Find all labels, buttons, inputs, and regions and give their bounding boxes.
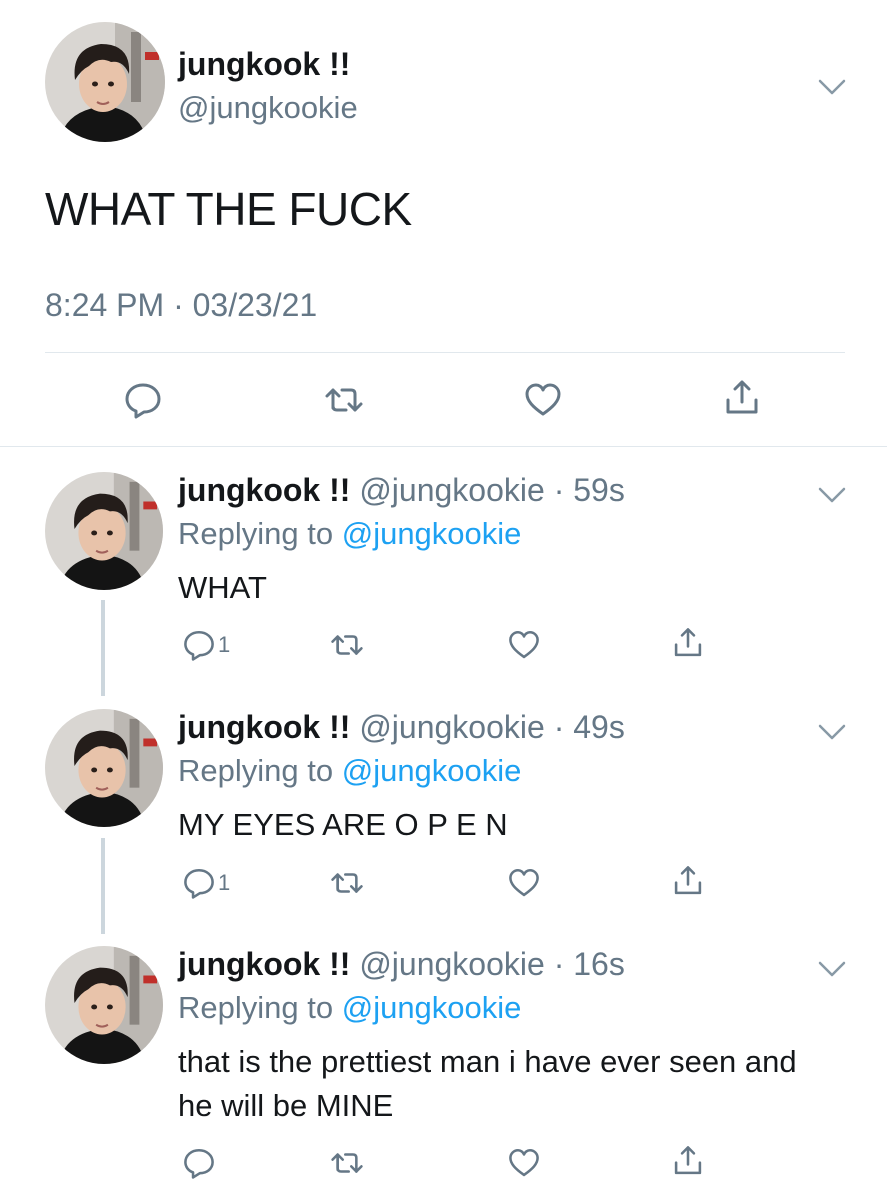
replying-to: Replying to @jungkookie	[178, 753, 521, 789]
chevron-down-icon[interactable]	[818, 723, 846, 741]
chevron-down-icon[interactable]	[818, 960, 846, 978]
retweet-button[interactable]	[322, 380, 366, 420]
replying-to: Replying to @jungkookie	[178, 516, 521, 552]
replying-prefix: Replying to	[178, 753, 342, 788]
reply-icon	[123, 380, 163, 420]
replying-to-link[interactable]: @jungkookie	[342, 753, 522, 788]
chevron-down-icon[interactable]	[818, 486, 846, 504]
retweet-icon	[328, 1146, 366, 1180]
tweet-text: WHAT	[178, 570, 267, 605]
tweet-text: that is the prettiest man i have ever se…	[178, 1044, 797, 1123]
avatar[interactable]	[45, 709, 163, 827]
tweet-text: WHAT THE FUCK	[45, 183, 412, 235]
like-button[interactable]	[507, 866, 541, 900]
handle-and-time: @jungkookie · 16s	[350, 946, 625, 982]
tweet-text: MY EYES ARE O P E N	[178, 807, 508, 842]
display-name[interactable]: jungkook !!	[178, 472, 350, 508]
retweet-button[interactable]	[328, 628, 366, 662]
reply-button[interactable]	[123, 380, 163, 420]
reply-icon	[182, 866, 216, 900]
share-button[interactable]	[671, 1144, 705, 1178]
main-tweet: jungkook !! @jungkookie WHAT THE FUCK 8:…	[0, 0, 887, 447]
like-button[interactable]	[523, 380, 563, 420]
retweet-icon	[322, 380, 366, 420]
like-icon	[507, 628, 541, 662]
reply-tweet[interactable]: jungkook !! @jungkookie · 49s Replying t…	[0, 709, 887, 929]
like-icon	[507, 866, 541, 900]
retweet-icon	[328, 866, 366, 900]
reply-icon	[182, 1146, 216, 1180]
share-button[interactable]	[722, 378, 762, 418]
divider	[45, 352, 845, 353]
reply-button[interactable]: 1	[182, 866, 230, 900]
avatar[interactable]	[45, 472, 163, 590]
like-icon	[523, 380, 563, 420]
share-icon	[722, 378, 762, 418]
replying-prefix: Replying to	[178, 990, 342, 1025]
user-handle[interactable]: @jungkookie	[178, 90, 358, 126]
share-button[interactable]	[671, 626, 705, 660]
share-icon	[671, 1144, 705, 1178]
reply-tweet[interactable]: jungkook !! @jungkookie · 59s Replying t…	[0, 472, 887, 692]
avatar[interactable]	[45, 22, 165, 142]
reply-tweet[interactable]: jungkook !! @jungkookie · 16s Replying t…	[0, 946, 887, 1200]
reply-button[interactable]: 1	[182, 628, 230, 662]
chevron-down-icon[interactable]	[818, 78, 846, 96]
display-name[interactable]: jungkook !!	[178, 946, 350, 982]
retweet-icon	[328, 628, 366, 662]
reply-count: 1	[218, 632, 231, 657]
share-icon	[671, 864, 705, 898]
handle-and-time: @jungkookie · 49s	[350, 709, 625, 745]
like-button[interactable]	[507, 628, 541, 662]
like-button[interactable]	[507, 1146, 541, 1180]
replying-prefix: Replying to	[178, 516, 342, 551]
avatar[interactable]	[45, 946, 163, 1064]
display-name[interactable]: jungkook !!	[178, 46, 350, 83]
reply-count: 1	[218, 870, 231, 895]
share-button[interactable]	[671, 864, 705, 898]
display-name[interactable]: jungkook !!	[178, 709, 350, 745]
retweet-button[interactable]	[328, 866, 366, 900]
handle-and-time: @jungkookie · 59s	[350, 472, 625, 508]
tweet-timestamp[interactable]: 8:24 PM · 03/23/21	[45, 287, 317, 324]
replying-to-link[interactable]: @jungkookie	[342, 990, 522, 1025]
replying-to: Replying to @jungkookie	[178, 990, 521, 1026]
reply-icon	[182, 628, 216, 662]
retweet-button[interactable]	[328, 1146, 366, 1180]
replying-to-link[interactable]: @jungkookie	[342, 516, 522, 551]
share-icon	[671, 626, 705, 660]
reply-button[interactable]	[182, 1146, 216, 1180]
like-icon	[507, 1146, 541, 1180]
